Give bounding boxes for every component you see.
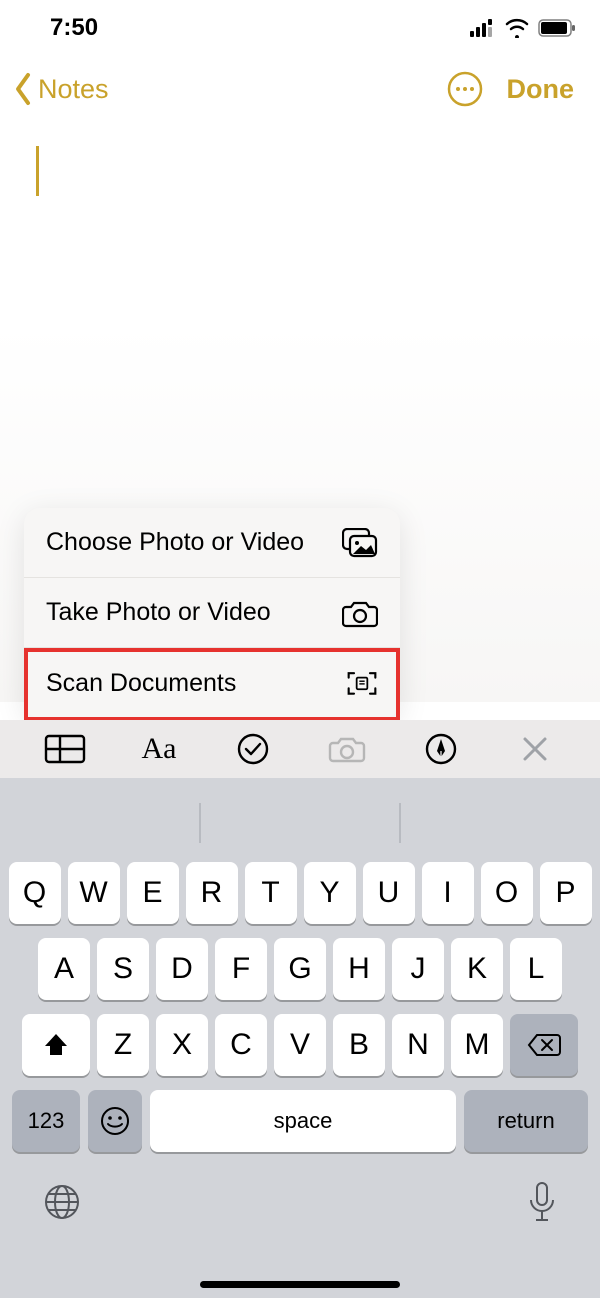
key-a[interactable]: A (38, 938, 90, 1000)
key-q[interactable]: Q (9, 862, 61, 924)
microphone-icon[interactable] (526, 1180, 558, 1224)
key-x[interactable]: X (156, 1014, 208, 1076)
key-w[interactable]: W (68, 862, 120, 924)
shift-icon (42, 1031, 70, 1059)
key-s[interactable]: S (97, 938, 149, 1000)
key-y[interactable]: Y (304, 862, 356, 924)
battery-icon (538, 19, 576, 37)
suggestion-divider (199, 803, 201, 843)
key-i[interactable]: I (422, 862, 474, 924)
key-c[interactable]: C (215, 1014, 267, 1076)
menu-item-label: Scan Documents (46, 669, 236, 698)
camera-icon (328, 734, 366, 764)
key-z[interactable]: Z (97, 1014, 149, 1076)
emoji-icon (99, 1105, 131, 1137)
done-button[interactable]: Done (507, 74, 575, 105)
key-d[interactable]: D (156, 938, 208, 1000)
text-cursor (36, 146, 39, 196)
globe-icon[interactable] (42, 1182, 82, 1222)
key-r[interactable]: R (186, 862, 238, 924)
keyboard-row: Z X C V B N M (6, 1014, 594, 1076)
key-h[interactable]: H (333, 938, 385, 1000)
scan-documents-item[interactable]: Scan Documents (24, 648, 400, 718)
key-v[interactable]: V (274, 1014, 326, 1076)
table-icon (44, 734, 86, 764)
table-button[interactable] (41, 729, 89, 769)
status-bar: 7:50 (0, 0, 600, 56)
doc-scan-icon (346, 667, 378, 699)
key-u[interactable]: U (363, 862, 415, 924)
suggestion-bar (0, 792, 600, 854)
wifi-icon (504, 18, 530, 38)
key-emoji[interactable] (88, 1090, 142, 1152)
note-toolbar: Aa (0, 720, 600, 778)
keyboard-row: A S D F G H J K L (6, 938, 594, 1000)
more-options-icon[interactable] (447, 71, 483, 107)
status-icons (470, 18, 576, 38)
key-numbers[interactable]: 123 (12, 1090, 80, 1152)
key-e[interactable]: E (127, 862, 179, 924)
key-shift[interactable] (22, 1014, 90, 1076)
key-l[interactable]: L (510, 938, 562, 1000)
back-button[interactable]: Notes (14, 72, 109, 106)
key-k[interactable]: K (451, 938, 503, 1000)
close-toolbar-button[interactable] (511, 729, 559, 769)
key-m[interactable]: M (451, 1014, 503, 1076)
key-g[interactable]: G (274, 938, 326, 1000)
checklist-button[interactable] (229, 729, 277, 769)
key-space[interactable]: space (150, 1090, 456, 1152)
markup-pen-icon (425, 733, 457, 765)
nav-bar: Notes Done (0, 56, 600, 122)
insert-menu: Choose Photo or Video Take Photo or Vide… (24, 508, 400, 718)
camera-icon (342, 598, 378, 628)
keyboard: Q W E R T Y U I O P A S D F G H J K L (0, 778, 600, 1298)
keyboard-row: Q W E R T Y U I O P (6, 862, 594, 924)
choose-photo-video-item[interactable]: Choose Photo or Video (24, 508, 400, 578)
key-o[interactable]: O (481, 862, 533, 924)
checkmark-circle-icon (237, 733, 269, 765)
cellular-icon (470, 19, 496, 37)
key-p[interactable]: P (540, 862, 592, 924)
menu-item-label: Take Photo or Video (46, 598, 271, 627)
back-label: Notes (38, 74, 109, 105)
key-n[interactable]: N (392, 1014, 444, 1076)
key-f[interactable]: F (215, 938, 267, 1000)
take-photo-video-item[interactable]: Take Photo or Video (24, 578, 400, 648)
delete-icon (527, 1033, 561, 1057)
key-t[interactable]: T (245, 862, 297, 924)
keyboard-bottom-bar (0, 1152, 600, 1224)
key-b[interactable]: B (333, 1014, 385, 1076)
key-j[interactable]: J (392, 938, 444, 1000)
menu-item-label: Choose Photo or Video (46, 528, 304, 557)
key-return[interactable]: return (464, 1090, 588, 1152)
camera-toolbar-button[interactable] (323, 729, 371, 769)
keyboard-row: 123 space return (6, 1090, 594, 1152)
text-format-button[interactable]: Aa (135, 729, 183, 769)
close-icon (522, 736, 548, 762)
home-indicator[interactable] (200, 1281, 400, 1288)
text-format-icon: Aa (142, 732, 177, 766)
key-delete[interactable] (510, 1014, 578, 1076)
markup-button[interactable] (417, 729, 465, 769)
status-time: 7:50 (50, 14, 98, 42)
suggestion-divider (399, 803, 401, 843)
photo-stack-icon (342, 528, 378, 558)
chevron-left-icon (14, 72, 34, 106)
